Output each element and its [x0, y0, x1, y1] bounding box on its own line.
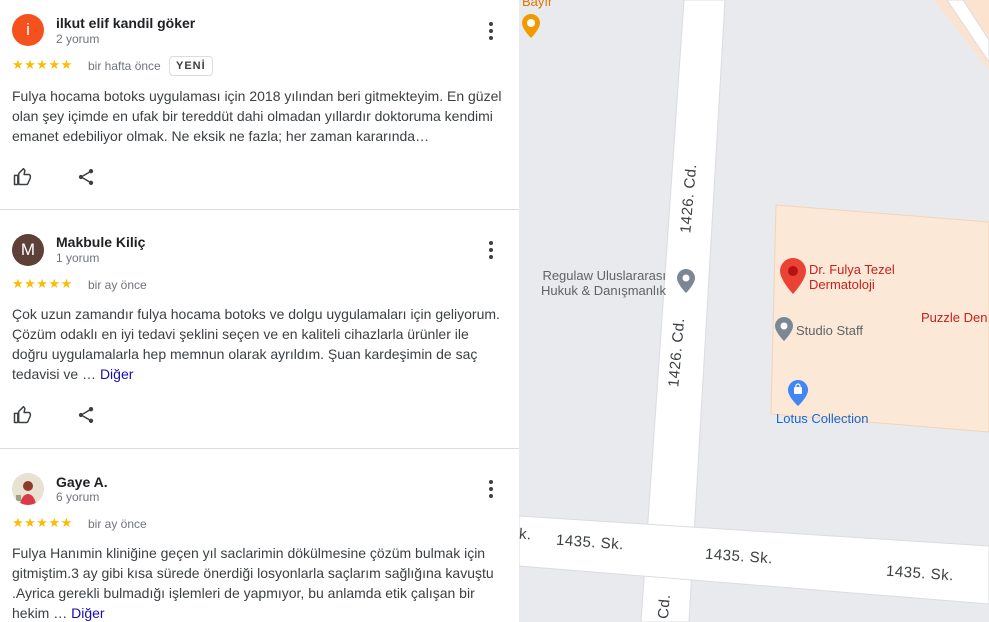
place-label-line: Hukuk & Danışmanlık — [541, 283, 666, 298]
review-last-line: hekim … — [12, 605, 68, 621]
place-pin-icon[interactable] — [522, 14, 540, 38]
review-text: Fulya Hanımin kliniğine geçen yıl saclar… — [12, 543, 507, 622]
more-options-icon[interactable] — [481, 479, 501, 499]
share-icon — [78, 169, 94, 185]
share-icon — [78, 407, 94, 423]
review-line: gitmiştim.3 ay gibi kısa sürede önerdiği… — [12, 565, 494, 581]
shopping-bag-pin-icon[interactable] — [788, 380, 808, 406]
review-line: Çözüm odaklı en iyi tedavi şeklini seçen… — [12, 326, 469, 342]
star-rating: ★★★★★ — [12, 276, 73, 291]
review-count: 2 yorum — [56, 32, 100, 46]
like-button[interactable] — [10, 403, 34, 427]
review-line: emanet edebiliyor olmak. Ne eksik ne faz… — [12, 128, 430, 144]
review-last-line: tedavisi ve … — [12, 366, 97, 382]
review-line: Çok uzun zamandır fulya hocama botoks ve… — [12, 306, 500, 322]
place-label-regulaw[interactable]: Regulaw Uluslararası Hukuk & Danışmanlık — [541, 268, 666, 298]
more-options-icon[interactable] — [481, 240, 501, 260]
place-label-lotus[interactable]: Lotus Collection — [776, 411, 869, 426]
review-count: 6 yorum — [56, 490, 100, 504]
avatar[interactable]: i — [12, 14, 44, 46]
profile-photo-icon — [12, 473, 44, 505]
like-button[interactable] — [10, 165, 34, 189]
place-pin-icon[interactable] — [677, 269, 695, 293]
place-label-studio-staff[interactable]: Studio Staff — [796, 323, 863, 338]
reviewer-name[interactable]: ilkut elif kandil göker — [56, 15, 195, 31]
street-label-edge: k. — [519, 525, 533, 544]
more-link[interactable]: Diğer — [100, 366, 133, 382]
thumbs-up-icon — [13, 167, 32, 186]
place-pin-icon[interactable] — [775, 317, 793, 341]
place-label-line: Regulaw Uluslararası — [542, 268, 666, 283]
review-date: bir ay önce — [88, 278, 147, 292]
review-line: hekim … Diğer — [12, 603, 507, 622]
review-date: bir hafta önce — [88, 59, 161, 73]
review-date: bir ay önce — [88, 517, 147, 531]
thumbs-up-icon — [13, 405, 32, 424]
avatar[interactable]: M — [12, 234, 44, 266]
avatar-letter: M — [20, 240, 36, 259]
star-rating: ★★★★★ — [12, 57, 73, 72]
selected-place-pin-icon[interactable] — [780, 258, 806, 294]
review-line: Fulya hocama botoks uygulaması için 2018… — [12, 88, 502, 104]
review-card: Gaye A. 6 yorum ★★★★★ bir ay önce Fulya … — [0, 449, 519, 622]
place-label-puzzle[interactable]: Puzzle Den — [921, 310, 987, 325]
new-badge: YENİ — [169, 56, 213, 76]
review-line: olan şey içimde en ufak bir tereddüt dah… — [12, 108, 493, 124]
review-line: tedavisi ve … Diğer — [12, 364, 507, 384]
more-link[interactable]: Diğer — [71, 605, 104, 621]
place-label-dr-fulya[interactable]: Dr. Fulya Tezel Dermatoloji — [809, 262, 895, 292]
reviewer-name[interactable]: Makbule Kiliç — [56, 234, 145, 250]
review-card: i ilkut elif kandil göker 2 yorum ★★★★★ … — [0, 0, 519, 209]
map-view[interactable]: Bayır Regulaw Uluslararası Hukuk & Danış… — [519, 0, 989, 622]
star-rating: ★★★★★ — [12, 515, 73, 530]
street-label-cd-bottom: Cd. — [654, 593, 674, 620]
place-label-line: Dr. Fulya Tezel — [809, 262, 895, 277]
map-canvas — [519, 0, 989, 622]
more-options-icon[interactable] — [481, 21, 501, 41]
avatar[interactable] — [12, 473, 44, 505]
place-label-line: Dermatoloji — [809, 277, 875, 292]
review-text: Çok uzun zamandır fulya hocama botoks ve… — [12, 304, 507, 384]
share-button[interactable] — [74, 165, 98, 189]
review-text: Fulya hocama botoks uygulaması için 2018… — [12, 86, 507, 146]
review-line: .Ayrica gerekli bulmadığı işlemleri de y… — [12, 585, 475, 601]
reviews-panel[interactable]: i ilkut elif kandil göker 2 yorum ★★★★★ … — [0, 0, 519, 622]
review-count: 1 yorum — [56, 251, 100, 265]
review-line: doğru uygulamalarla hep memnun olarak ay… — [12, 346, 478, 362]
review-card: M Makbule Kiliç 1 yorum ★★★★★ bir ay önc… — [0, 210, 519, 448]
share-button[interactable] — [74, 403, 98, 427]
reviewer-name[interactable]: Gaye A. — [56, 474, 108, 490]
review-line: Fulya Hanımin kliniğine geçen yıl saclar… — [12, 545, 486, 561]
avatar-letter: i — [26, 20, 30, 39]
place-label-bayir[interactable]: Bayır — [522, 0, 552, 9]
